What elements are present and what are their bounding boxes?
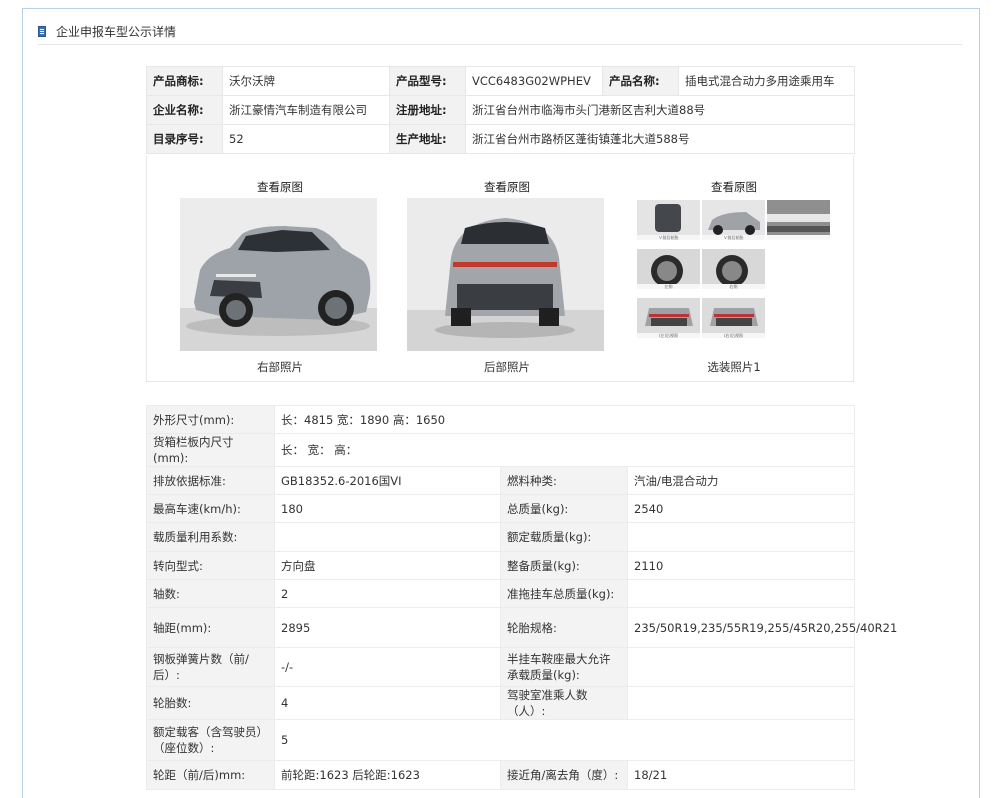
info-row: 企业名称: 浙江豪情汽车制造有限公司 注册地址: 浙江省台州市临海市头门港新区吉… <box>146 95 855 125</box>
spec-value <box>626 579 856 608</box>
spec-row: 轮胎数: 4 驾驶室准乘人数（人）: <box>146 686 856 720</box>
thumb-detail <box>767 200 830 240</box>
view-original-link[interactable]: 查看原图 <box>407 179 607 195</box>
spec-label: 排放依据标准: <box>146 466 275 495</box>
spec-value: 18/21 <box>626 760 856 790</box>
spec-label: 载质量利用系数: <box>146 522 275 552</box>
spec-value: 长： 宽： 高： <box>273 433 856 467</box>
spec-label: 接近角/离去角（度）: <box>500 760 628 790</box>
spec-label: 驾驶室准乘人数（人）: <box>500 686 628 720</box>
spec-label: 轴距(mm): <box>146 607 275 648</box>
document-icon <box>38 25 46 37</box>
spec-row: 载质量利用系数: 额定载质量(kg): <box>146 522 856 552</box>
model-label: 产品型号: <box>389 66 466 96</box>
photo-caption-optional: 选装照片1 <box>707 360 761 374</box>
registered-address-label: 注册地址: <box>389 95 466 125</box>
spec-value: 前轮距:1623 后轮距:1623 <box>274 760 501 790</box>
spec-row: 外形尺寸(mm): 长：4815 宽：1890 高：1650 <box>146 405 856 434</box>
spec-row: 转向型式: 方向盘 整备质量(kg): 2110 <box>146 551 856 580</box>
thumb-wheel-left: 左侧 <box>637 249 700 289</box>
spec-value <box>626 647 856 687</box>
spec-value: 235/50R19,235/55R19,255/45R20,255/40R21 <box>626 607 897 648</box>
production-address-label: 生产地址: <box>389 124 466 154</box>
product-info-table: 产品商标: 沃尔沃牌 产品型号: VCC6483G02WPHEV 产品名称: 插… <box>146 66 855 154</box>
spec-row: 排放依据标准: GB18352.6-2016国VI 燃料种类: 汽油/电混合动力 <box>146 466 856 495</box>
spec-label: 总质量(kg): <box>500 494 628 523</box>
product-name-value: 插电式混合动力多用途乘用车 <box>678 66 855 96</box>
spec-value: -/- <box>274 647 501 687</box>
company-value: 浙江豪情汽车制造有限公司 <box>222 95 390 125</box>
info-row: 产品商标: 沃尔沃牌 产品型号: VCC6483G02WPHEV 产品名称: 插… <box>146 66 855 96</box>
thumb-side: Ｖ前后轮胎 <box>702 200 765 240</box>
spec-label: 额定载质量(kg): <box>500 522 628 552</box>
spec-label: 转向型式: <box>146 551 275 580</box>
spec-row: 轮距（前/后)mm: 前轮距:1623 后轮距:1623 接近角/离去角（度）: 18… <box>146 760 856 790</box>
spec-label: 货箱栏板内尺寸(mm): <box>146 433 275 467</box>
spec-label: 半挂车鞍座最大允许承载质量(kg): <box>500 647 628 687</box>
spec-value <box>626 686 856 720</box>
spec-row: 最高车速(km/h): 180 总质量(kg): 2540 <box>146 494 856 523</box>
production-address-value: 浙江省台州市路桥区蓬街镇蓬北大道588号 <box>465 124 855 154</box>
right-side-car-photo[interactable] <box>180 198 377 351</box>
photo-caption-right: 右部照片 <box>257 360 303 374</box>
view-original-link[interactable]: 查看原图 <box>634 179 834 195</box>
spec-label: 额定载客（含驾驶员）（座位数）: <box>146 719 275 761</box>
thumb-wheel-right: 右侧 <box>702 249 765 289</box>
spec-value: GB18352.6-2016国VI <box>274 466 501 495</box>
page-title: 企业申报车型公示详情 <box>56 24 177 39</box>
spec-value: 2895 <box>274 607 501 648</box>
spec-label: 轮距（前/后)mm: <box>146 760 275 790</box>
trademark-label: 产品商标: <box>146 66 223 96</box>
spec-label: 整备质量(kg): <box>500 551 628 580</box>
header-divider <box>38 44 962 45</box>
company-label: 企业名称: <box>146 95 223 125</box>
spec-row: 货箱栏板内尺寸(mm): 长： 宽： 高： <box>146 433 856 467</box>
thumb-rear-right: (右)后视照 <box>702 298 765 338</box>
specifications-table: 外形尺寸(mm): 长：4815 宽：1890 高：1650 货箱栏板内尺寸(mm)… <box>146 405 897 790</box>
spec-value: 2540 <box>626 494 856 523</box>
spec-value <box>626 522 856 552</box>
spec-label: 钢板弹簧片数（前/后）: <box>146 647 275 687</box>
spec-label: 准拖挂车总质量(kg): <box>500 579 628 608</box>
spec-label: 轮胎规格: <box>500 607 628 648</box>
thumb-roof: Ｖ前后轮胎 <box>637 200 700 240</box>
spec-value: 长：4815 宽：1890 高：1650 <box>273 405 856 434</box>
spec-value: 180 <box>274 494 501 523</box>
catalog-number-value: 52 <box>222 124 390 154</box>
model-value: VCC6483G02WPHEV <box>465 66 603 96</box>
view-original-link[interactable]: 查看原图 <box>180 179 380 195</box>
thumb-rear-left: (左)后视照 <box>637 298 700 338</box>
info-row: 目录序号: 52 生产地址: 浙江省台州市路桥区蓬街镇蓬北大道588号 <box>146 124 855 154</box>
photo-caption-rear: 后部照片 <box>484 360 530 374</box>
spec-row: 轴数: 2 准拖挂车总质量(kg): <box>146 579 856 608</box>
catalog-number-label: 目录序号: <box>146 124 223 154</box>
spec-value: 2 <box>274 579 501 608</box>
optional-photo-grid[interactable]: Ｖ前后轮胎 Ｖ前后轮胎 左侧 右侧 (左)后视照 (右)后视照 <box>634 200 834 348</box>
spec-row: 额定载客（含驾驶员）（座位数）: 5 <box>146 719 856 761</box>
spec-label: 燃料种类: <box>500 466 628 495</box>
spec-label: 轴数: <box>146 579 275 608</box>
photos-panel: 查看原图 右部照片 查看原图 后部照片 查看原图 Ｖ前后轮胎 Ｖ前后轮胎 左侧 … <box>146 156 854 382</box>
spec-row: 钢板弹簧片数（前/后）: -/- 半挂车鞍座最大允许承载质量(kg): <box>146 647 856 687</box>
spec-row: 轴距(mm): 2895 轮胎规格: 235/50R19,235/55R19,255/… <box>146 607 897 648</box>
spec-value: 方向盘 <box>274 551 501 580</box>
registered-address-value: 浙江省台州市临海市头门港新区吉利大道88号 <box>465 95 855 125</box>
suv-front-three-quarter-image <box>180 198 377 351</box>
spec-label: 轮胎数: <box>146 686 275 720</box>
spec-label: 外形尺寸(mm): <box>146 405 275 434</box>
spec-value: 4 <box>274 686 501 720</box>
spec-value: 5 <box>273 719 856 761</box>
spec-value: 2110 <box>626 551 856 580</box>
spec-value <box>274 522 501 552</box>
product-name-label: 产品名称: <box>602 66 679 96</box>
trademark-value: 沃尔沃牌 <box>222 66 390 96</box>
rear-car-photo[interactable] <box>407 198 604 351</box>
spec-value: 汽油/电混合动力 <box>626 466 856 495</box>
suv-rear-image <box>407 198 604 351</box>
page-header: 企业申报车型公示详情 <box>38 22 176 40</box>
spec-label: 最高车速(km/h): <box>146 494 275 523</box>
